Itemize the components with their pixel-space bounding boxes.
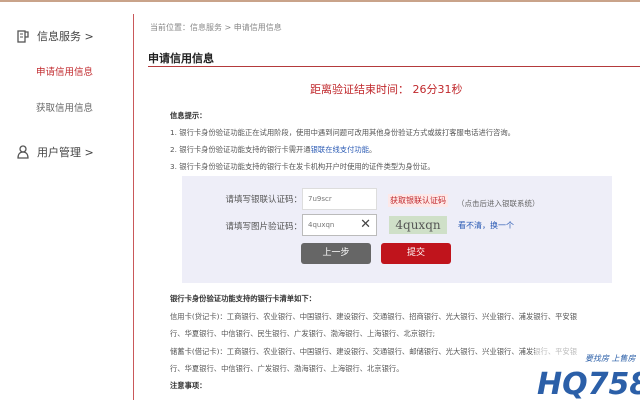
credit-card-banks-cont: 行、华夏银行、中信银行、民生银行、广发银行、渤海银行、上海银行、北京银行; bbox=[170, 329, 436, 338]
sidebar-group-label: 信息服务 > bbox=[37, 30, 94, 43]
notice-line: 2. 银行卡身份验证功能支持的银行卡需开通银联在线支付功能。 bbox=[170, 145, 376, 155]
captcha-label: 请填写图片验证码： bbox=[225, 222, 302, 232]
credit-card-banks: 信用卡(贷记卡)：工商银行、农业银行、中国银行、建设银行、交通银行、招商银行、光… bbox=[170, 312, 578, 321]
debit-card-banks: 储蓄卡(借记卡)：工商银行、农业银行、中国银行、建设银行、交通银行、邮储银行、光… bbox=[170, 347, 578, 356]
breadcrumb: 当前位置：信息服务 > 申请信用信息 bbox=[150, 23, 282, 32]
captcha-input[interactable]: 4quxqn ✕ bbox=[302, 214, 377, 236]
get-unionpay-code-button[interactable]: 获取银联认证码 bbox=[388, 194, 448, 207]
timer-value: 26分31秒 bbox=[412, 83, 463, 96]
notice-text: 2. 银行卡身份验证功能支持的银行卡需开通 bbox=[170, 145, 311, 154]
clear-icon[interactable]: ✕ bbox=[360, 217, 371, 232]
unionpay-code-label: 请填写银联认证码： bbox=[225, 195, 302, 205]
countdown-timer: 距离验证结束时间： 26分31秒 bbox=[310, 81, 463, 97]
svg-text:要找房 上售房: 要找房 上售房 bbox=[585, 354, 637, 363]
title-divider bbox=[148, 66, 640, 67]
user-icon bbox=[17, 145, 29, 159]
get-code-hint: （点击后进入银联系统） bbox=[457, 199, 540, 208]
watermark-logo: 要找房 上售房 HQ758 bbox=[535, 348, 640, 402]
sidebar: 信息服务 > 申请信用信息 获取信用信息 用户管理 > bbox=[0, 14, 134, 400]
sidebar-group-user-management[interactable]: 用户管理 > bbox=[17, 144, 94, 160]
verification-form: 请填写银联认证码： 7u9scr 获取银联认证码 （点击后进入银联系统） 请填写… bbox=[182, 176, 612, 283]
sidebar-group-info-services[interactable]: 信息服务 > bbox=[17, 28, 94, 44]
submit-button[interactable]: 提交 bbox=[381, 243, 451, 264]
previous-step-button[interactable]: 上一步 bbox=[301, 243, 371, 264]
top-border bbox=[0, 0, 640, 2]
notice-text: 。 bbox=[369, 145, 377, 154]
notes-heading: 注意事项： bbox=[170, 381, 207, 390]
page-title: 申请信用信息 bbox=[148, 52, 214, 65]
unionpay-link[interactable]: 银联在线支付功能 bbox=[311, 145, 369, 154]
notice-heading: 信息提示： bbox=[170, 111, 207, 120]
unionpay-code-input[interactable]: 7u9scr bbox=[302, 188, 377, 210]
bank-list-heading: 银行卡身份验证功能支持的银行卡清单如下： bbox=[170, 294, 316, 303]
captcha-value: 4quxqn bbox=[308, 221, 335, 229]
captcha-image: 4quxqn bbox=[389, 216, 447, 234]
debit-card-banks-cont: 行、华夏银行、中信银行、广发银行、渤海银行、上海银行、北京银行。 bbox=[170, 364, 404, 373]
timer-label: 距离验证结束时间： bbox=[310, 83, 409, 96]
notice-line: 1. 银行卡身份验证功能正在试用阶段，使用中遇到问题可改用其他身份验证方式或拨打… bbox=[170, 128, 515, 137]
sidebar-group-label: 用户管理 > bbox=[37, 146, 94, 159]
svg-text:HQ758: HQ758 bbox=[537, 367, 640, 400]
refresh-captcha-link[interactable]: 看不清，换一个 bbox=[458, 220, 514, 231]
sidebar-item-get-credit-info[interactable]: 获取信用信息 bbox=[36, 100, 93, 114]
notice-line: 3. 银行卡身份验证功能支持的银行卡在发卡机构开户时使用的证件类型为身份证。 bbox=[170, 162, 435, 171]
sidebar-item-apply-credit-info[interactable]: 申请信用信息 bbox=[36, 64, 93, 78]
document-icon bbox=[17, 29, 29, 43]
